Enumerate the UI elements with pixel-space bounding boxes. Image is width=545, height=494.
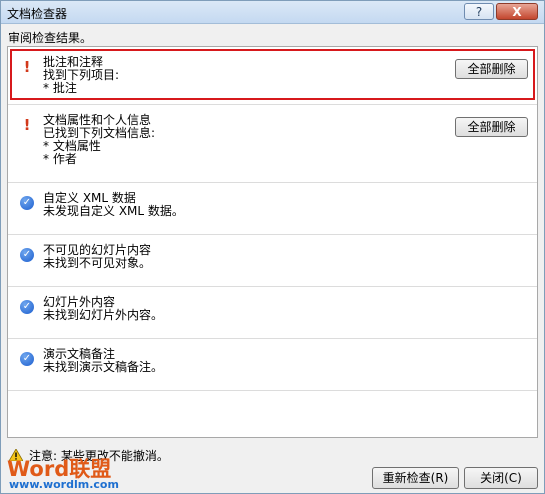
watermark: Word联盟 www.wordlm.com	[7, 453, 127, 493]
results-header: 审阅检查结果。	[8, 31, 93, 45]
section-text: 文档属性和个人信息 已找到下列文档信息: * 文档属性 * 作者	[43, 114, 155, 166]
help-button[interactable]: ?	[464, 3, 494, 20]
remove-all-properties-button[interactable]: 全部删除	[455, 117, 528, 137]
window-title: 文档检查器	[7, 7, 68, 21]
section-text: 幻灯片外内容 未找到幻灯片外内容。	[43, 296, 163, 322]
inspection-results-list[interactable]: ! 批注和注释 找到下列项目: * 批注 全部删除 ! 文档属性和个人信息 已找…	[7, 46, 538, 438]
section-detail: 未找到不可见对象。	[43, 256, 152, 270]
help-icon: ?	[475, 5, 483, 19]
section-detail: * 批注	[43, 81, 77, 95]
section-comments-annotations: ! 批注和注释 找到下列项目: * 批注 全部删除	[8, 47, 537, 105]
section-text: 演示文稿备注 未找到演示文稿备注。	[43, 348, 163, 374]
section-presentation-notes: ✓ 演示文稿备注 未找到演示文稿备注。	[8, 339, 537, 391]
exclamation-icon: !	[23, 58, 31, 76]
title-bar: 文档检查器 ? X	[1, 1, 544, 24]
section-detail: 未找到幻灯片外内容。	[43, 308, 164, 322]
check-circle-icon: ✓	[20, 248, 34, 262]
watermark-url: www.wordlm.com	[9, 478, 119, 491]
check-circle-icon: ✓	[20, 196, 34, 210]
document-inspector-window: 文档检查器 ? X 审阅检查结果。 ! 批注和注释 找到下列项目: * 批注 全…	[0, 0, 545, 494]
section-text: 不可见的幻灯片内容 未找到不可见对象。	[43, 244, 151, 270]
close-icon: X	[512, 5, 522, 19]
section-off-slide-content: ✓ 幻灯片外内容 未找到幻灯片外内容。	[8, 287, 537, 339]
check-circle-icon: ✓	[20, 300, 34, 314]
section-detail: 未找到演示文稿备注。	[43, 360, 164, 374]
section-custom-xml: ✓ 自定义 XML 数据 未发现自定义 XML 数据。	[8, 183, 537, 235]
section-detail: * 作者	[43, 152, 77, 166]
section-text: 批注和注释 找到下列项目: * 批注	[43, 56, 119, 95]
exclamation-icon: !	[23, 116, 31, 134]
window-close-button[interactable]: X	[496, 3, 538, 20]
reinspect-button[interactable]: 重新检查(R)	[372, 467, 459, 489]
section-invisible-slide-content: ✓ 不可见的幻灯片内容 未找到不可见对象。	[8, 235, 537, 287]
remove-all-comments-button[interactable]: 全部删除	[455, 59, 528, 79]
check-circle-icon: ✓	[20, 352, 34, 366]
section-detail: 未发现自定义 XML 数据。	[43, 204, 184, 218]
close-button[interactable]: 关闭(C)	[464, 467, 538, 489]
section-document-properties: ! 文档属性和个人信息 已找到下列文档信息: * 文档属性 * 作者 全部删除	[8, 105, 537, 183]
section-text: 自定义 XML 数据 未发现自定义 XML 数据。	[43, 192, 184, 218]
